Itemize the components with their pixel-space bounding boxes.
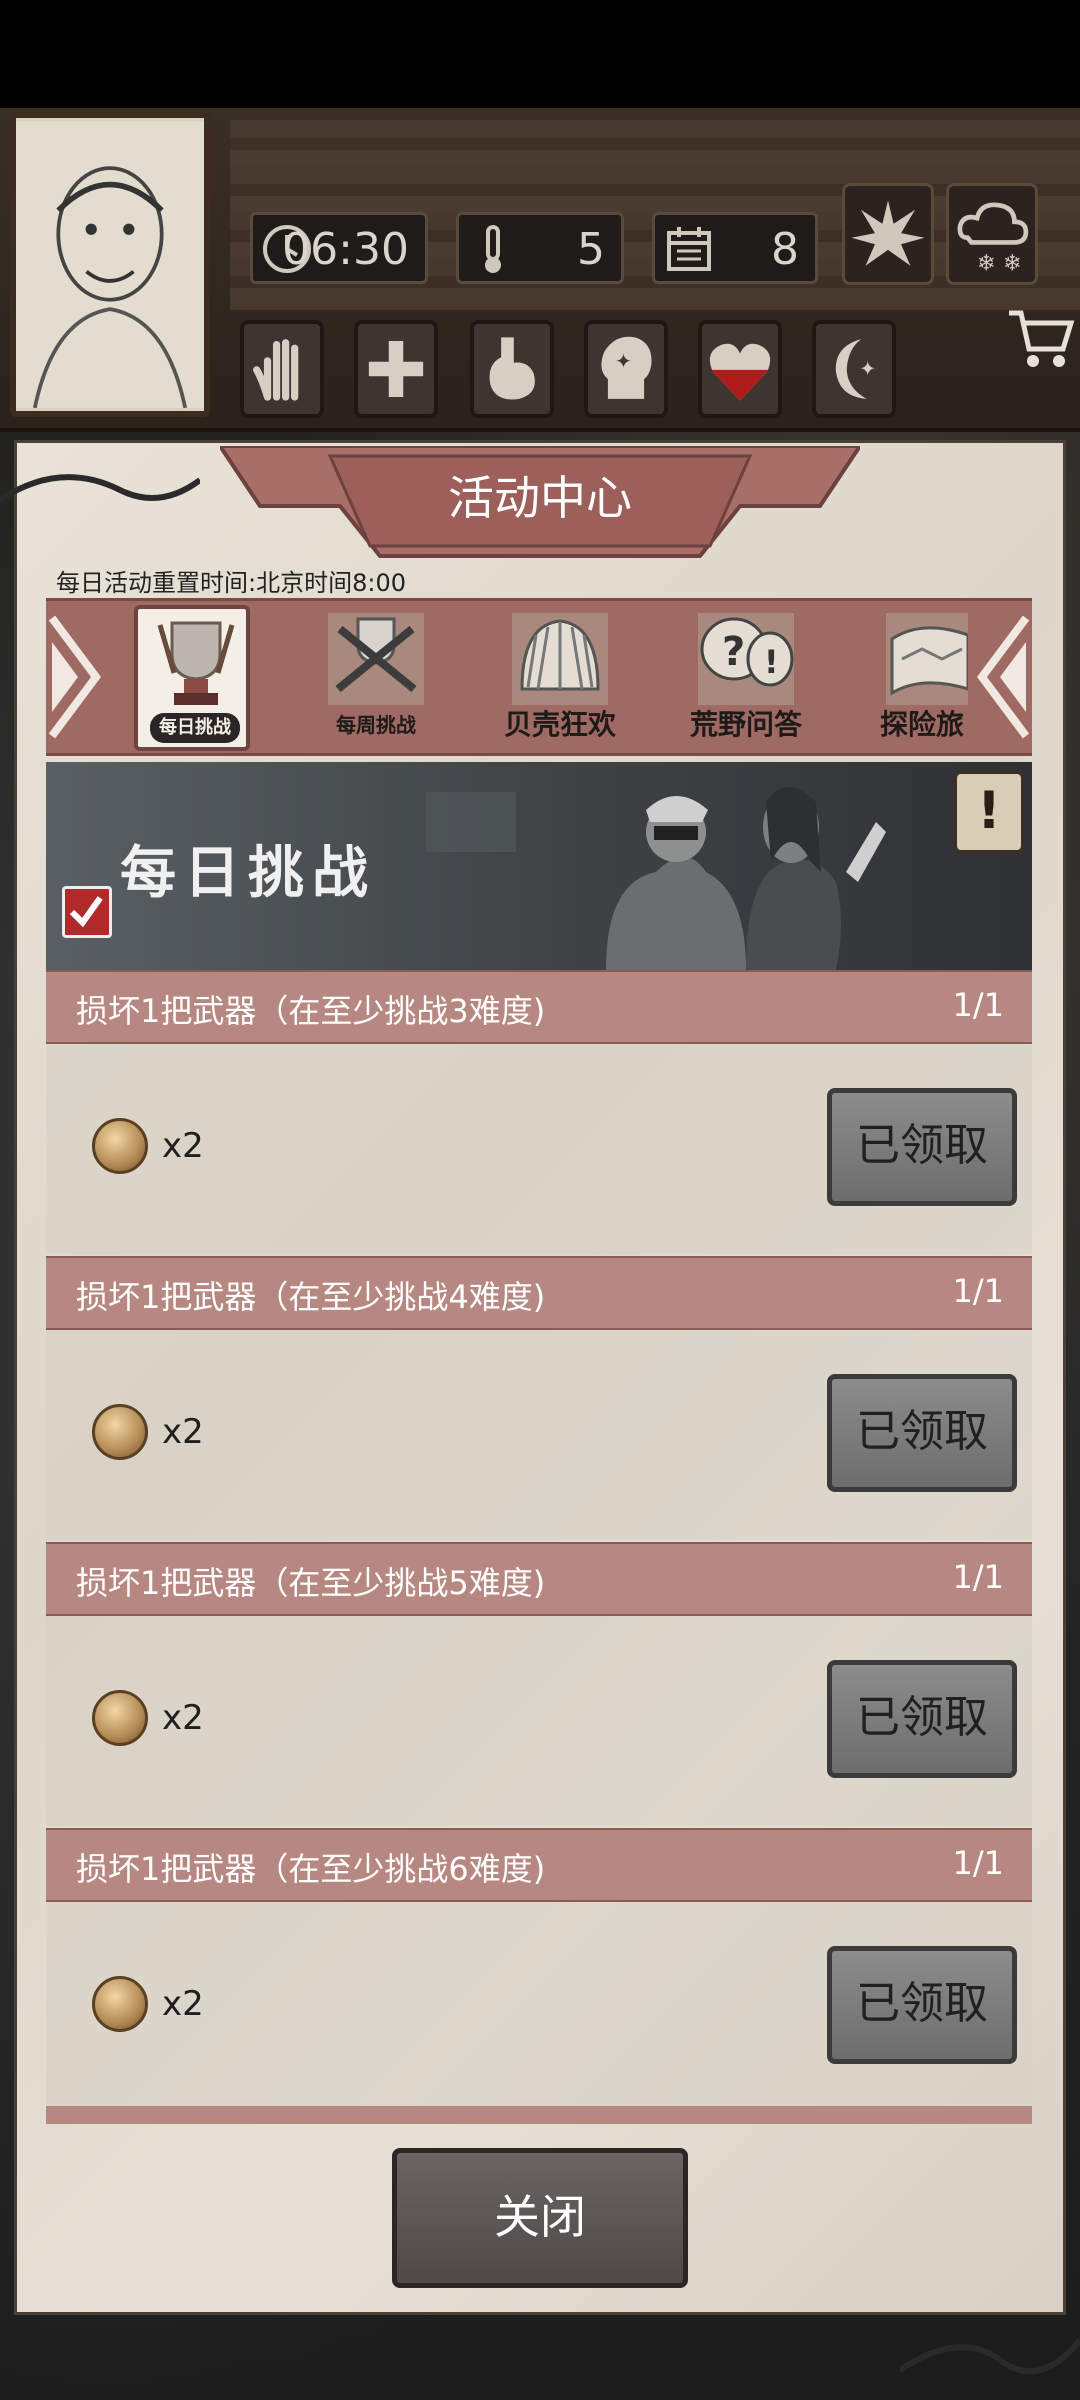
- day-value: 8: [771, 224, 799, 275]
- seashell-icon: [512, 613, 608, 705]
- task-progress: 1/1: [952, 986, 1005, 1024]
- task-header: 损坏1把武器（在至少挑战6难度) 1/1: [46, 1828, 1032, 1902]
- time-display: 06:30: [250, 212, 428, 284]
- snow-cloud-icon: ❄ ❄: [957, 202, 1029, 276]
- claimed-button[interactable]: 已领取: [827, 1946, 1017, 2064]
- task-header: 损坏1把武器（在至少挑战3难度) 1/1: [46, 970, 1032, 1044]
- tab-weekly-challenge[interactable]: 每周挑战: [318, 605, 434, 751]
- temperature-value: 5: [577, 224, 605, 275]
- weather-button[interactable]: ❄ ❄: [946, 183, 1038, 285]
- tab-daily-challenge[interactable]: 每日挑战: [134, 605, 250, 751]
- coin-icon: [92, 1118, 148, 1174]
- task-header: 损坏1把武器（在至少挑战5难度) 1/1: [46, 1542, 1032, 1616]
- calendar-icon: [667, 227, 711, 271]
- crossed-swords-trophy-icon: [328, 613, 424, 705]
- tab-label: 探险旅: [879, 708, 964, 741]
- coin-icon: [92, 1690, 148, 1746]
- health-status-button[interactable]: [354, 320, 438, 418]
- reward-quantity: x2: [162, 1984, 204, 2024]
- reset-time-note: 每日活动重置时间:北京时间8:00: [56, 569, 406, 597]
- tabs-left-arrow-icon[interactable]: [46, 598, 104, 756]
- heart-icon: [709, 343, 771, 401]
- svg-text:✦: ✦: [859, 357, 876, 380]
- svg-text:✦: ✦: [615, 350, 632, 373]
- sleep-status-button[interactable]: ✦: [812, 320, 896, 418]
- task-name: 损坏1把武器（在至少挑战3难度): [76, 992, 546, 1030]
- leaf-icon: [851, 200, 925, 266]
- mind-status-button[interactable]: ✦: [584, 320, 668, 418]
- svg-text:❄ ❄: ❄ ❄: [977, 250, 1022, 276]
- tab-label: 荒野问答: [689, 708, 802, 741]
- task-progress: 1/1: [952, 1844, 1005, 1882]
- coin-icon: [92, 1976, 148, 2032]
- reward-quantity: x2: [162, 1698, 204, 1738]
- trophy-icon: [157, 621, 235, 705]
- tab-wild-quiz[interactable]: ?! 荒野问答: [688, 605, 804, 751]
- vine-decoration: [900, 2338, 1080, 2375]
- claimed-button[interactable]: 已领取: [827, 1374, 1017, 1492]
- character-portrait[interactable]: [10, 112, 210, 417]
- hand-icon: [253, 339, 299, 401]
- tab-label: 每周挑战: [336, 713, 416, 737]
- tab-expedition[interactable]: 探险旅: [876, 605, 968, 751]
- moon-icon: ✦: [835, 339, 876, 399]
- svg-text:?: ?: [722, 629, 745, 675]
- banner-title: 每日挑战: [120, 840, 376, 906]
- temperature-display: 5: [456, 212, 624, 284]
- plus-icon: [368, 340, 424, 398]
- panel-title: 活动中心: [448, 471, 632, 525]
- svg-text:!: !: [764, 643, 779, 681]
- reward-quantity: x2: [162, 1126, 204, 1166]
- claimed-button[interactable]: 已领取: [827, 1660, 1017, 1778]
- task-progress: 1/1: [952, 1272, 1005, 1310]
- coin-icon: [92, 1404, 148, 1460]
- tab-label: 每日挑战: [150, 713, 240, 743]
- hand-status-button[interactable]: [240, 320, 324, 418]
- list-end-divider: [46, 2106, 1032, 2124]
- portrait-sketch-icon: [16, 121, 204, 409]
- map-scroll-icon: [886, 613, 968, 705]
- tab-shell-carnival[interactable]: 贝壳狂欢: [502, 605, 618, 751]
- shop-cart-icon[interactable]: [1005, 305, 1075, 375]
- info-alert-button[interactable]: !: [953, 770, 1025, 854]
- task-name: 损坏1把武器（在至少挑战6难度): [76, 1850, 546, 1888]
- checkmark-icon: [69, 896, 103, 928]
- day-display: 8: [652, 212, 818, 284]
- season-button[interactable]: [842, 183, 934, 285]
- close-button[interactable]: 关闭: [392, 2148, 688, 2288]
- tabs-right-arrow-icon[interactable]: [974, 598, 1032, 756]
- thermometer-icon: [485, 225, 501, 273]
- reward-quantity: x2: [162, 1412, 204, 1452]
- status-bar: [0, 0, 1080, 108]
- question-bubbles-icon: ?!: [698, 613, 794, 705]
- checkbox-checked[interactable]: [62, 886, 112, 938]
- heart-status-button[interactable]: [698, 320, 782, 418]
- stomach-icon: [489, 337, 535, 400]
- task-name: 损坏1把武器（在至少挑战4难度): [76, 1278, 546, 1316]
- claimed-button[interactable]: 已领取: [827, 1088, 1017, 1206]
- tab-label: 贝壳狂欢: [503, 708, 616, 741]
- task-name: 损坏1把武器（在至少挑战5难度): [76, 1564, 546, 1602]
- head-sparkle-icon: ✦: [601, 336, 652, 399]
- time-value: 06:30: [282, 224, 409, 275]
- vine-decoration: [0, 474, 200, 503]
- task-header: 损坏1把武器（在至少挑战4难度) 1/1: [46, 1256, 1032, 1330]
- stomach-status-button[interactable]: [470, 320, 554, 418]
- task-progress: 1/1: [952, 1558, 1005, 1596]
